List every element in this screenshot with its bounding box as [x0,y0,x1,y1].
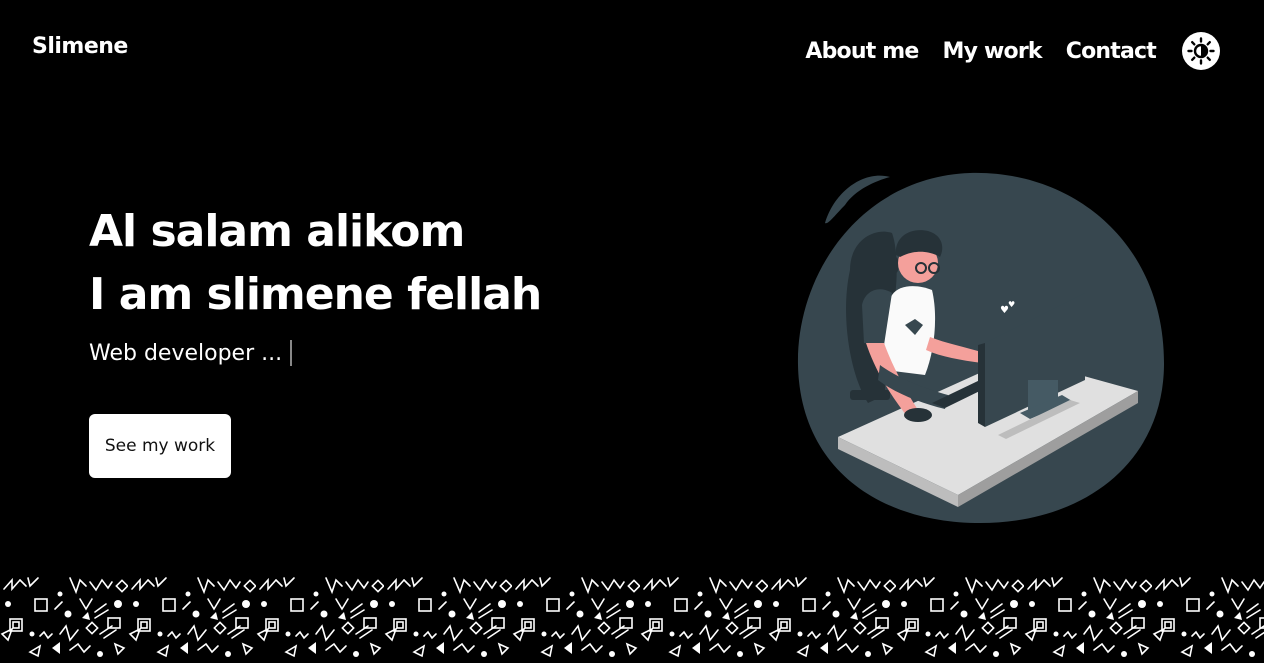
developer-illustration: ♥ ♥ [780,165,1180,539]
typing-caret [290,340,293,366]
hero-greeting: Al salam alikom [89,206,465,257]
main-nav: About me My work Contact [805,32,1220,70]
hero-heading: Al salam alikom I am slimene fellah [89,200,542,326]
nav-link-about[interactable]: About me [805,39,919,64]
doodle-pattern [0,574,1264,659]
svg-text:♥: ♥ [1008,300,1015,309]
hero-intro: I am slimene fellah [89,269,542,320]
see-my-work-button[interactable]: See my work [89,414,231,478]
sun-icon [1187,37,1215,65]
nav-link-work[interactable]: My work [943,39,1043,64]
theme-toggle-button[interactable] [1182,32,1220,70]
nav-link-contact[interactable]: Contact [1066,39,1157,64]
hero-section: Al salam alikom I am slimene fellah Web … [89,200,542,366]
site-logo[interactable]: Slimene [32,34,128,59]
hero-role: Web developer ... [89,340,541,366]
typed-role-text: Web developer ... [89,340,283,366]
